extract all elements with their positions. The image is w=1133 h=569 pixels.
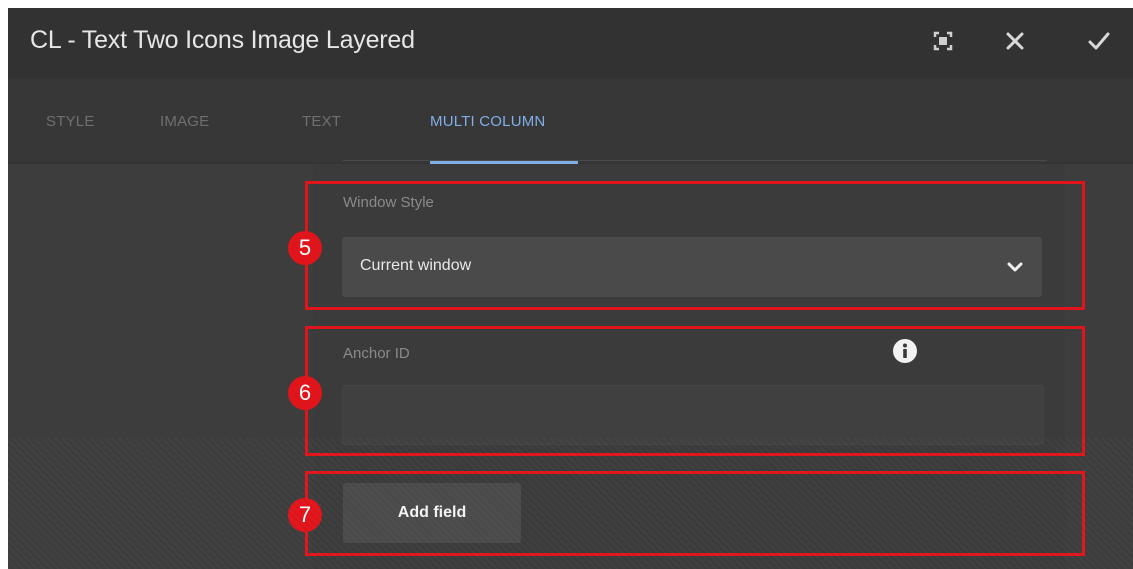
tab-text[interactable]: TEXT [302, 113, 341, 130]
info-icon[interactable] [892, 338, 918, 364]
anchor-id-input[interactable] [342, 385, 1044, 445]
add-field-button[interactable]: Add field [343, 483, 521, 543]
callout-badge-6: 6 [288, 376, 322, 410]
tab-bar: STYLE IMAGE TEXT MULTI COLUMN [8, 78, 1133, 164]
dialog: CL - Text Two Icons Image Layered STYLE … [8, 8, 1133, 569]
tab-multi-column[interactable]: MULTI COLUMN [430, 113, 545, 130]
dialog-titlebar: CL - Text Two Icons Image Layered [8, 8, 1133, 78]
tab-image[interactable]: IMAGE [160, 113, 209, 130]
chevron-down-icon [1007, 262, 1023, 272]
checkmark-icon [1088, 32, 1110, 50]
callout-badge-5: 5 [288, 231, 322, 265]
tab-style[interactable]: STYLE [46, 113, 95, 130]
done-button[interactable] [1082, 24, 1116, 58]
fullscreen-button[interactable] [926, 24, 960, 58]
close-icon [1006, 32, 1024, 50]
window-style-label: Window Style [343, 194, 434, 211]
dialog-title: CL - Text Two Icons Image Layered [30, 26, 415, 54]
window-style-value: Current window [360, 257, 472, 274]
anchor-id-label: Anchor ID [343, 345, 410, 362]
window-style-select[interactable]: Current window [342, 237, 1042, 297]
fullscreen-icon [933, 31, 953, 51]
callout-badge-7: 7 [288, 498, 322, 532]
close-button[interactable] [998, 24, 1032, 58]
divider [343, 160, 1047, 161]
